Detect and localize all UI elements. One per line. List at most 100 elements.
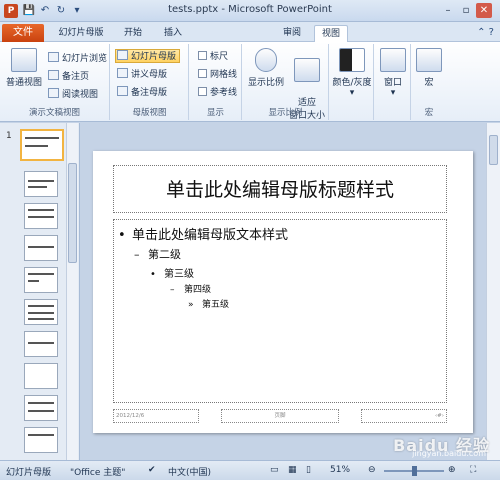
chevron-down-icon: ▾ xyxy=(349,88,355,98)
macro-label: 宏 xyxy=(424,78,434,88)
layout-thumbnail[interactable] xyxy=(24,299,58,325)
zoom-level[interactable]: 51% xyxy=(330,465,350,475)
zoom-label: 显示比例 xyxy=(247,78,284,88)
slide-sorter-icon xyxy=(48,52,59,62)
help-icon[interactable]: ⌃ ? xyxy=(477,27,494,38)
text-level-1: • 单击此处编辑母版文本样式 xyxy=(118,228,289,243)
text-level-5: » 第五级 xyxy=(188,300,230,310)
macro-icon xyxy=(416,48,442,72)
minimize-icon[interactable]: – xyxy=(440,3,456,18)
handout-master-icon xyxy=(117,68,128,78)
checkbox-icon xyxy=(198,87,207,96)
text-level-3: • 第三级 xyxy=(150,269,194,280)
zoom-button[interactable]: 显示比例 xyxy=(247,48,285,88)
macro-button[interactable]: 宏 xyxy=(416,48,442,88)
tab-file[interactable]: 文件 xyxy=(2,24,44,42)
slide-sorter-button[interactable]: 幻灯片浏览 xyxy=(48,52,107,66)
color-grayscale-button[interactable]: 颜色/灰度 ▾ xyxy=(332,48,372,98)
reading-view-button[interactable]: 阅读视图 xyxy=(48,88,98,102)
normal-view-status-icon[interactable]: ▭ xyxy=(270,465,279,475)
group-color-grayscale: 颜色/灰度 ▾ xyxy=(330,44,374,120)
watermark-url: jingyan.baidu.com xyxy=(412,449,486,458)
notes-page-icon xyxy=(48,70,59,80)
layout-thumbnail[interactable] xyxy=(24,331,58,357)
color-grayscale-icon xyxy=(339,48,365,72)
status-bar: 幻灯片母版 "Office 主题" ✔ 中文(中国) ▭ ▦ ▯ 51% ⊖ ⊕… xyxy=(0,460,500,480)
thumbnail-scrollbar[interactable] xyxy=(66,123,78,460)
window-icon xyxy=(380,48,406,72)
handout-master-button[interactable]: 讲义母版 xyxy=(117,68,167,82)
window-title: tests.pptx - Microsoft PowerPoint xyxy=(168,4,332,15)
status-theme: "Office 主题" xyxy=(70,468,126,478)
tab-review[interactable]: 审阅 xyxy=(276,25,308,42)
tab-insert[interactable]: 插入 xyxy=(156,25,190,42)
checkbox-icon xyxy=(198,51,207,60)
title-placeholder[interactable]: 单击此处编辑母版标题样式 xyxy=(113,165,447,213)
gridlines-checkbox[interactable]: 网格线 xyxy=(198,68,237,82)
scrollbar-thumb[interactable] xyxy=(68,163,77,263)
fit-slide-icon[interactable]: ⛶ xyxy=(470,465,476,475)
layout-thumbnail[interactable] xyxy=(24,171,58,197)
notes-master-label: 备注母版 xyxy=(131,88,168,98)
gridlines-label: 网格线 xyxy=(210,70,238,80)
guides-checkbox[interactable]: 参考线 xyxy=(198,86,237,100)
slide-number-placeholder[interactable]: ‹#› xyxy=(361,409,447,423)
tab-slide-master[interactable]: 幻灯片母版 xyxy=(52,25,110,42)
editor-scrollbar[interactable] xyxy=(486,123,500,460)
layout-thumbnail[interactable] xyxy=(24,203,58,229)
zoom-out-icon[interactable]: ⊖ xyxy=(368,465,376,475)
thumbnail-number: 1 xyxy=(6,131,12,141)
layout-thumbnail[interactable] xyxy=(24,235,58,261)
reading-view-icon xyxy=(48,88,59,98)
maximize-icon[interactable]: ▫ xyxy=(458,3,474,18)
ruler-checkbox[interactable]: 标尺 xyxy=(198,50,228,64)
body-placeholder[interactable]: • 单击此处编辑母版文本样式 – 第二级 • 第三级 – 第四级 » 第五级 xyxy=(113,219,447,403)
zoom-in-icon[interactable]: ⊕ xyxy=(448,465,456,475)
reading-view-status-icon[interactable]: ▯ xyxy=(306,465,311,475)
text-level-2: – 第二级 xyxy=(134,248,181,261)
footer-placeholder[interactable]: 页脚 xyxy=(221,409,339,423)
chevron-down-icon: ▾ xyxy=(390,88,396,98)
slide-thumbnail-pane: 1 xyxy=(0,123,80,460)
ruler-label: 标尺 xyxy=(210,52,229,62)
group-label: 演示文稿视图 xyxy=(28,108,80,118)
zoom-slider-thumb[interactable] xyxy=(412,466,417,476)
layout-thumbnail[interactable] xyxy=(24,363,58,389)
scrollbar-thumb[interactable] xyxy=(489,135,498,165)
ribbon-tabs: 文件 幻灯片母版 开始 插入 审阅 视图 ⌃ ? xyxy=(0,22,500,42)
magnifier-icon xyxy=(255,48,277,72)
title-bar: P 💾 ↶ ↻ ▾ tests.pptx - Microsoft PowerPo… xyxy=(0,0,500,22)
tab-home[interactable]: 开始 xyxy=(116,25,150,42)
notes-page-button[interactable]: 备注页 xyxy=(48,70,89,84)
color-grayscale-label: 颜色/灰度 xyxy=(332,78,372,88)
date-placeholder[interactable]: 2012/12/6 xyxy=(113,409,199,423)
checkbox-icon xyxy=(198,69,207,78)
group-master-views: 幻灯片母版 讲义母版 备注母版 母版视图 xyxy=(111,44,189,120)
tab-view[interactable]: 视图 xyxy=(314,25,348,42)
slide-canvas[interactable]: 单击此处编辑母版标题样式 • 单击此处编辑母版文本样式 – 第二级 • 第三级 – 第四… xyxy=(93,151,473,433)
slide-sorter-label: 幻灯片浏览 xyxy=(62,54,108,64)
group-label: 宏 xyxy=(424,108,434,118)
reading-view-label: 阅读视图 xyxy=(62,90,99,100)
text-level-4: – 第四级 xyxy=(170,285,212,295)
status-language[interactable]: 中文(中国) xyxy=(168,465,211,478)
layout-thumbnail[interactable] xyxy=(24,267,58,293)
notes-master-button[interactable]: 备注母版 xyxy=(117,86,167,100)
group-label: 母版视图 xyxy=(132,108,167,118)
fit-window-icon xyxy=(294,58,320,82)
window-label: 窗口 xyxy=(383,78,402,88)
layout-thumbnail[interactable] xyxy=(24,427,58,453)
close-icon[interactable]: ✕ xyxy=(476,3,492,18)
notes-master-icon xyxy=(117,86,128,96)
guides-label: 参考线 xyxy=(210,88,238,98)
layout-thumbnail[interactable] xyxy=(24,395,58,421)
group-presentation-views: 普通视图 幻灯片浏览 备注页 阅读视图 演示文稿视图 xyxy=(0,44,110,120)
normal-view-button[interactable]: 普通视图 xyxy=(4,48,44,88)
window-button[interactable]: 窗口 ▾ xyxy=(379,48,407,98)
slide-master-button[interactable]: 幻灯片母版 xyxy=(115,49,181,63)
group-macro: 宏 宏 xyxy=(412,44,446,120)
sorter-view-status-icon[interactable]: ▦ xyxy=(288,465,297,475)
slide-master-thumbnail[interactable] xyxy=(20,129,64,161)
spellcheck-icon[interactable]: ✔ xyxy=(148,465,156,475)
handout-master-label: 讲义母版 xyxy=(131,70,168,80)
